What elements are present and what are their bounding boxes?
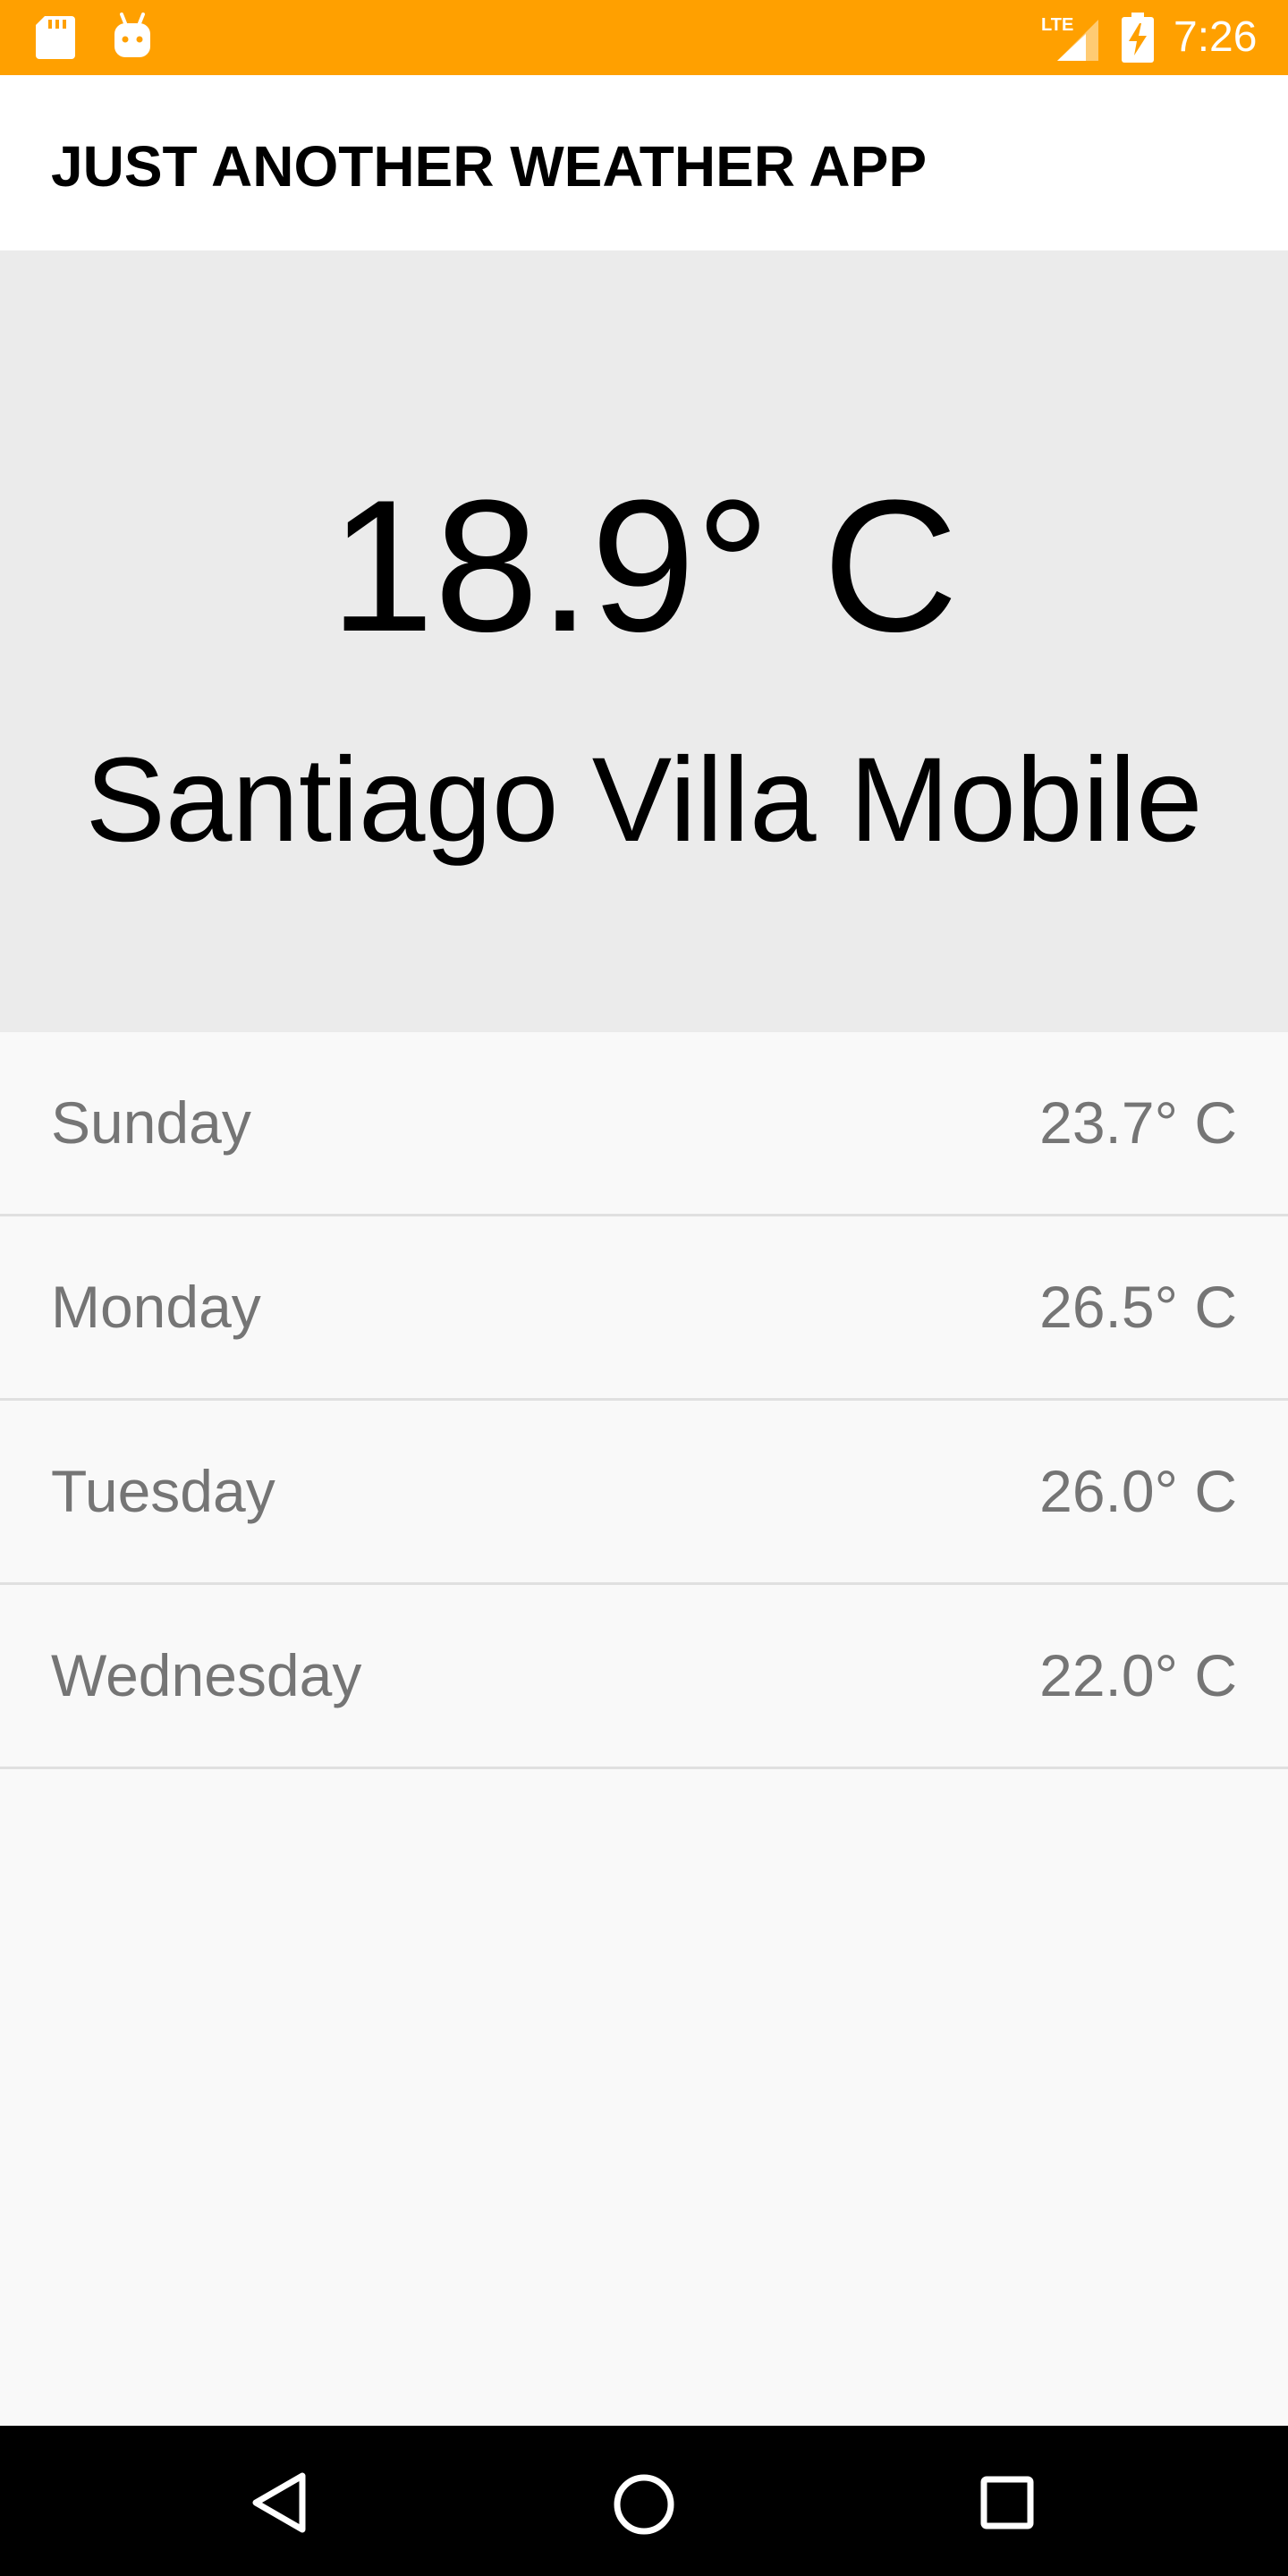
city-name: Santiago Villa Mobile [85,733,1203,867]
forecast-temperature: 26.0° C [1039,1458,1237,1524]
battery-charging-icon [1122,13,1154,63]
lte-signal-icon: LTE [1041,15,1098,61]
status-bar: LTE 7:26 [0,0,1288,75]
app-title: JUST ANOTHER WEATHER APP [51,134,927,199]
forecast-temperature: 23.7° C [1039,1089,1237,1156]
forecast-temperature: 22.0° C [1039,1642,1237,1708]
weather-screen: LTE 7:26 JUST ANOTHER WEATHER APP 18.9° … [0,0,1288,2576]
status-clock: 7:26 [1174,13,1258,61]
current-weather-panel: 18.9° C Santiago Villa Mobile [0,250,1288,1032]
forecast-temperature: 26.5° C [1039,1274,1237,1340]
forecast-day: Monday [51,1274,261,1340]
forecast-row-monday[interactable]: Monday 26.5° C [0,1216,1288,1401]
forecast-day: Wednesday [51,1642,362,1708]
android-icon [114,13,150,57]
forecast-list: Sunday 23.7° C Monday 26.5° C Tuesday 26… [0,1032,1288,1769]
forecast-day: Sunday [51,1089,251,1156]
forecast-row-wednesday[interactable]: Wednesday 22.0° C [0,1585,1288,1769]
forecast-day: Tuesday [51,1458,275,1524]
app-bar: JUST ANOTHER WEATHER APP [0,75,1288,250]
lte-label: LTE [1041,15,1073,35]
sd-card-icon [36,16,75,59]
home-icon[interactable] [612,2472,676,2537]
back-icon[interactable] [250,2472,308,2533]
recents-icon[interactable] [980,2476,1034,2529]
navigation-bar [0,2426,1288,2576]
current-temperature: 18.9° C [329,461,959,671]
forecast-row-tuesday[interactable]: Tuesday 26.0° C [0,1401,1288,1585]
forecast-row-sunday[interactable]: Sunday 23.7° C [0,1032,1288,1216]
